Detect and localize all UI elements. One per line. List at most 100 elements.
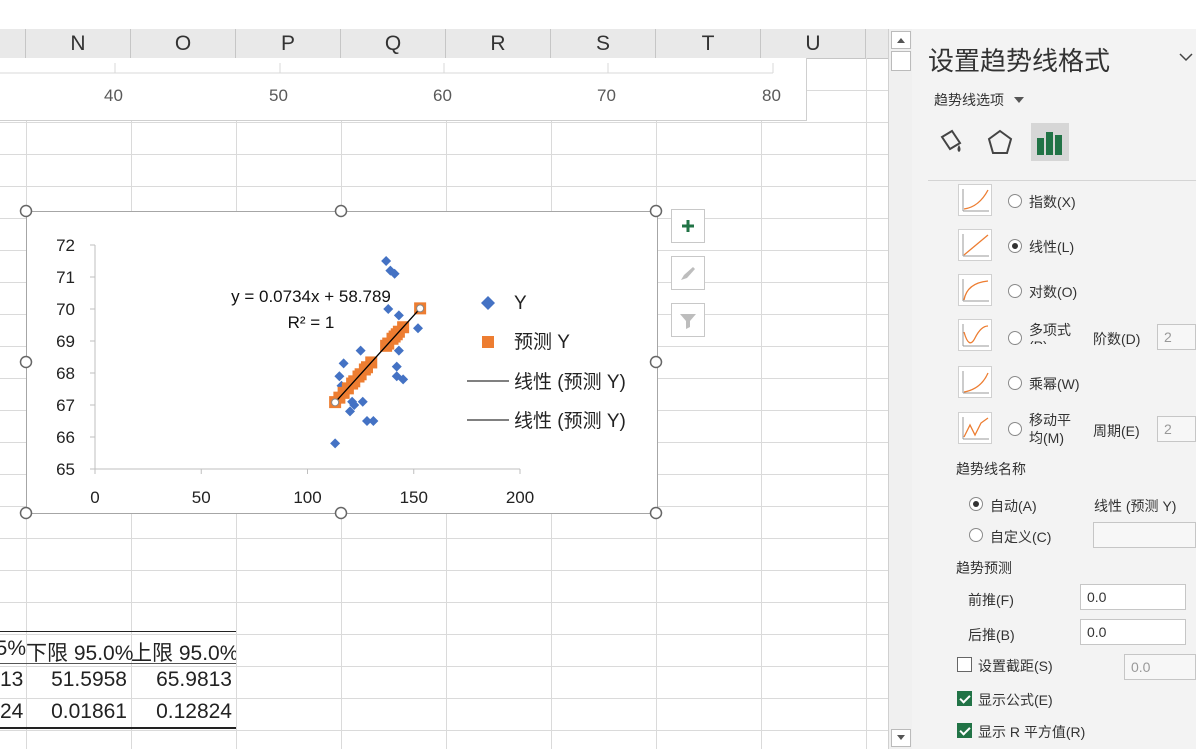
legend-marker-predicted: [482, 336, 494, 348]
y-tick-label: 70: [56, 300, 75, 319]
filter-icon: [680, 314, 696, 329]
x-tick-label: 0: [90, 488, 99, 507]
dropdown-arrow-icon: [1013, 97, 1024, 103]
display-r-squared-checkbox[interactable]: [957, 723, 972, 738]
y-data-point: [393, 310, 404, 321]
order-input[interactable]: 2: [1157, 324, 1196, 350]
option-logarithmic-label[interactable]: 对数(O): [1029, 282, 1077, 302]
y-data-point: [413, 323, 423, 334]
display-equation-label[interactable]: 显示公式(E): [978, 690, 1053, 710]
effects-pentagon-icon[interactable]: [984, 127, 1016, 159]
x-tick-label: 150: [400, 488, 428, 507]
linear-trendline: [334, 307, 421, 403]
table-header-cell[interactable]: 上限 95.0%: [131, 637, 236, 667]
triangle-up-icon: [897, 38, 905, 43]
legend-label: 线性 (预测 Y): [514, 410, 626, 432]
upper-tick-label: 70: [597, 86, 616, 105]
vertical-scrollbar[interactable]: [888, 29, 913, 749]
column-header-partial[interactable]: [0, 29, 26, 58]
option-linear-label[interactable]: 线性(L): [1029, 237, 1074, 257]
forward-input[interactable]: 0.0: [1080, 584, 1186, 610]
period-input[interactable]: 2: [1157, 416, 1196, 442]
plus-icon: [682, 220, 694, 232]
trendline-options-menu[interactable]: 趋势线选项: [934, 90, 1026, 110]
upper-tick-label: 60: [433, 86, 452, 105]
table-cell[interactable]: 51.5958: [26, 668, 127, 692]
scroll-down-button[interactable]: [891, 729, 911, 747]
column-header-v-partial[interactable]: [866, 29, 888, 58]
option-moving-average-label[interactable]: 移动平均(M): [1029, 411, 1079, 447]
table-cell[interactable]: 65.9813: [131, 668, 232, 692]
trendline-equation-label: y = 0.0734x + 58.789: [231, 287, 391, 306]
y-tick-label: 68: [56, 364, 75, 383]
legend-label: 线性 (预测 Y): [514, 371, 626, 393]
radio-exponential[interactable]: [1008, 194, 1022, 208]
table-cell[interactable]: 24: [0, 700, 23, 724]
column-header-r[interactable]: R: [446, 29, 551, 58]
fill-line-icon[interactable]: [934, 127, 966, 159]
scroll-thumb[interactable]: [891, 51, 911, 71]
forward-label: 前推(F): [968, 592, 1014, 608]
legend-label: 预测 Y: [514, 331, 570, 353]
display-equation-checkbox[interactable]: [957, 691, 972, 706]
set-intercept-checkbox[interactable]: [957, 657, 972, 672]
table-cell[interactable]: 0.12824: [131, 700, 232, 724]
option-exponential-label[interactable]: 指数(X): [1029, 192, 1076, 212]
moving-average-thumbnail-icon: [958, 412, 992, 444]
custom-name-input[interactable]: [1093, 522, 1196, 548]
radio-polynomial[interactable]: [1008, 331, 1022, 345]
radio-name-custom[interactable]: [969, 528, 983, 542]
column-header-q[interactable]: Q: [341, 29, 446, 58]
column-header-s[interactable]: S: [551, 29, 656, 58]
worksheet[interactable]: N O P Q R S T U 40 50 60 70 80 72 71 70 …: [0, 0, 888, 749]
set-intercept-label[interactable]: 设置截距(S): [978, 656, 1053, 676]
radio-name-automatic[interactable]: [969, 497, 983, 511]
linear-thumbnail-icon: [958, 229, 992, 261]
period-label: 周期(E): [1093, 423, 1140, 439]
y-data-point: [381, 256, 392, 266]
x-tick-label: 200: [506, 488, 534, 507]
column-header-o[interactable]: O: [131, 29, 236, 58]
y-data-point: [330, 438, 341, 449]
chart-styles-button[interactable]: [671, 256, 705, 290]
table-header-cell[interactable]: 下限 95.0%: [26, 637, 133, 667]
divider: [928, 180, 1196, 181]
formula-area: [0, 0, 888, 30]
chevron-down-icon[interactable]: [1178, 51, 1194, 63]
chart-elements-button[interactable]: [671, 209, 705, 243]
trendline-options-tab[interactable]: [1031, 123, 1069, 161]
y-data-point: [357, 396, 368, 407]
scroll-up-button[interactable]: [891, 31, 911, 49]
name-custom-label[interactable]: 自定义(C): [990, 527, 1051, 547]
triangle-down-icon: [897, 735, 905, 740]
upper-chart[interactable]: 40 50 60 70 80: [0, 58, 807, 121]
radio-linear[interactable]: [1008, 239, 1022, 253]
y-tick-label: 67: [56, 396, 75, 415]
option-polynomial-label[interactable]: 多项式(P): [1029, 322, 1081, 344]
table-cell[interactable]: 13: [0, 668, 23, 692]
column-header-t[interactable]: T: [656, 29, 761, 58]
backward-input[interactable]: 0.0: [1080, 619, 1186, 645]
format-trendline-pane: 设置趋势线格式 趋势线选项 指数(X) 线性(L) 对数(O) 多项式(P): [912, 29, 1196, 749]
name-automatic-label[interactable]: 自动(A): [990, 496, 1037, 516]
column-header-n[interactable]: N: [26, 29, 131, 58]
y-data-point: [368, 416, 379, 426]
table-header-cell[interactable]: 95%: [0, 637, 26, 661]
radio-power[interactable]: [1008, 376, 1022, 390]
radio-logarithmic[interactable]: [1008, 284, 1022, 298]
table-cell[interactable]: 0.01861: [26, 700, 127, 724]
automatic-name-value: 线性 (预测 Y): [1094, 498, 1177, 514]
radio-moving-average[interactable]: [1008, 422, 1022, 436]
chart-filters-button[interactable]: [671, 303, 705, 337]
polynomial-thumbnail-icon: [958, 319, 992, 351]
intercept-input[interactable]: 0.0: [1124, 654, 1196, 680]
column-header-u[interactable]: U: [761, 29, 866, 58]
scatter-chart[interactable]: 72 71 70 69 68 67 66 65 0 50 100 150 200 y = 0.0734x …: [26, 211, 658, 514]
trendline-name-heading: 趋势线名称: [956, 461, 1026, 477]
option-power-label[interactable]: 乘幂(W): [1029, 374, 1080, 394]
y-tick-label: 65: [56, 460, 75, 479]
display-r-squared-label[interactable]: 显示 R 平方值(R): [978, 722, 1085, 742]
trendline-handle: [331, 398, 340, 407]
backward-label: 后推(B): [968, 627, 1015, 643]
column-header-p[interactable]: P: [236, 29, 341, 58]
